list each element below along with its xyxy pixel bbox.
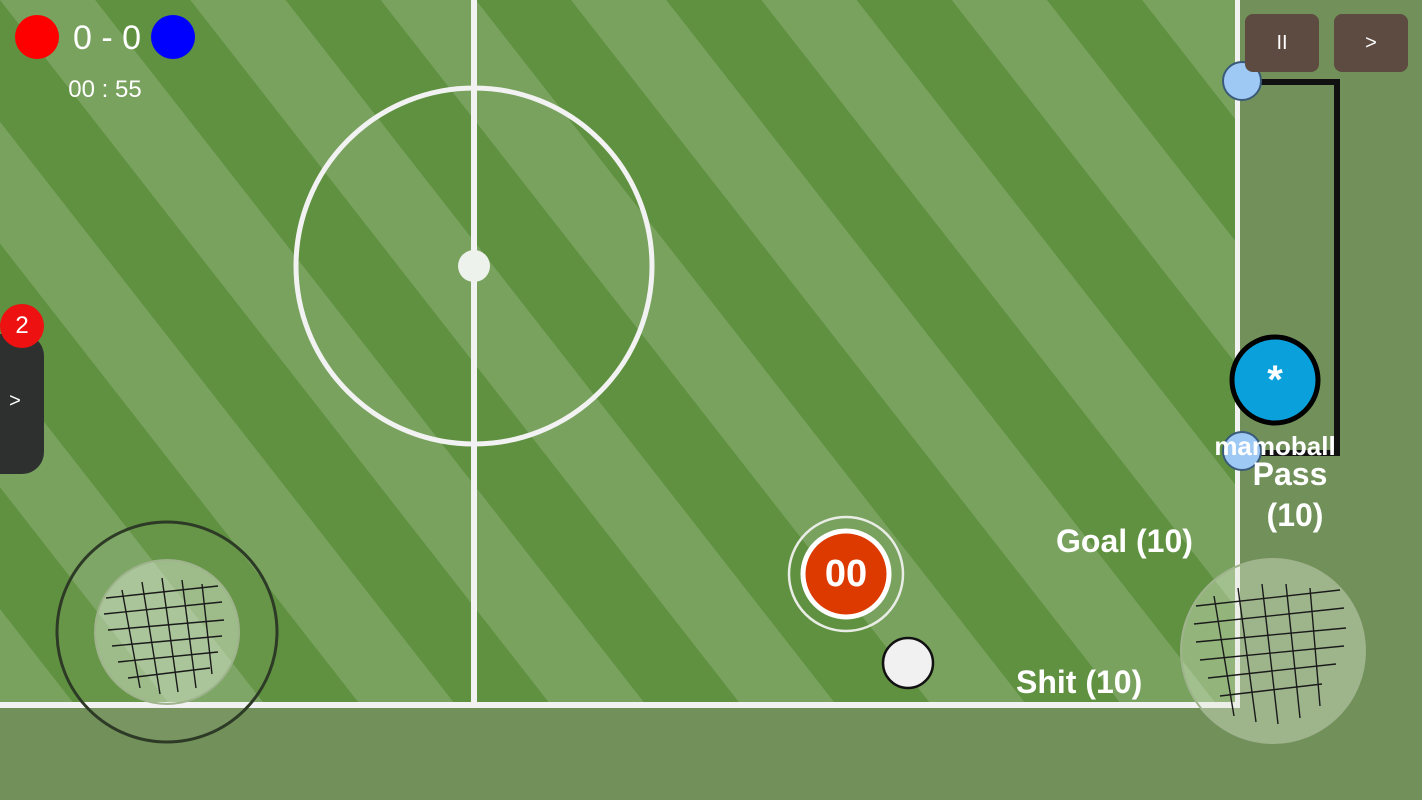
away-team-dot: [151, 15, 195, 59]
notification-badge: 2: [0, 304, 44, 348]
pause-button[interactable]: II: [1245, 14, 1319, 72]
controlled-player-number: 00: [824, 553, 868, 595]
pass-power-label: (10): [1266, 497, 1324, 533]
pass-label: Pass: [1252, 456, 1328, 492]
pitch: [0, 0, 1422, 800]
game-screen: 0 - 0 00 : 55 II > > 2 00 * mamoball Pas…: [0, 0, 1422, 800]
side-drawer-arrow[interactable]: >: [0, 386, 30, 416]
center-spot: [458, 250, 490, 282]
match-timer: 00 : 55: [68, 76, 142, 103]
ball: [881, 636, 935, 690]
action-button-circle[interactable]: [1180, 558, 1366, 744]
goalkeeper-star-label: *: [1267, 358, 1283, 402]
movement-joystick[interactable]: [55, 520, 279, 744]
shoot-label: Shit (10): [1016, 664, 1143, 700]
joystick-knob[interactable]: [94, 559, 240, 705]
home-team-dot: [15, 15, 59, 59]
goal-label: Goal (10): [1056, 523, 1193, 559]
next-button[interactable]: >: [1334, 14, 1408, 72]
action-button[interactable]: [1180, 558, 1366, 744]
score-display: 0 - 0: [72, 19, 142, 57]
